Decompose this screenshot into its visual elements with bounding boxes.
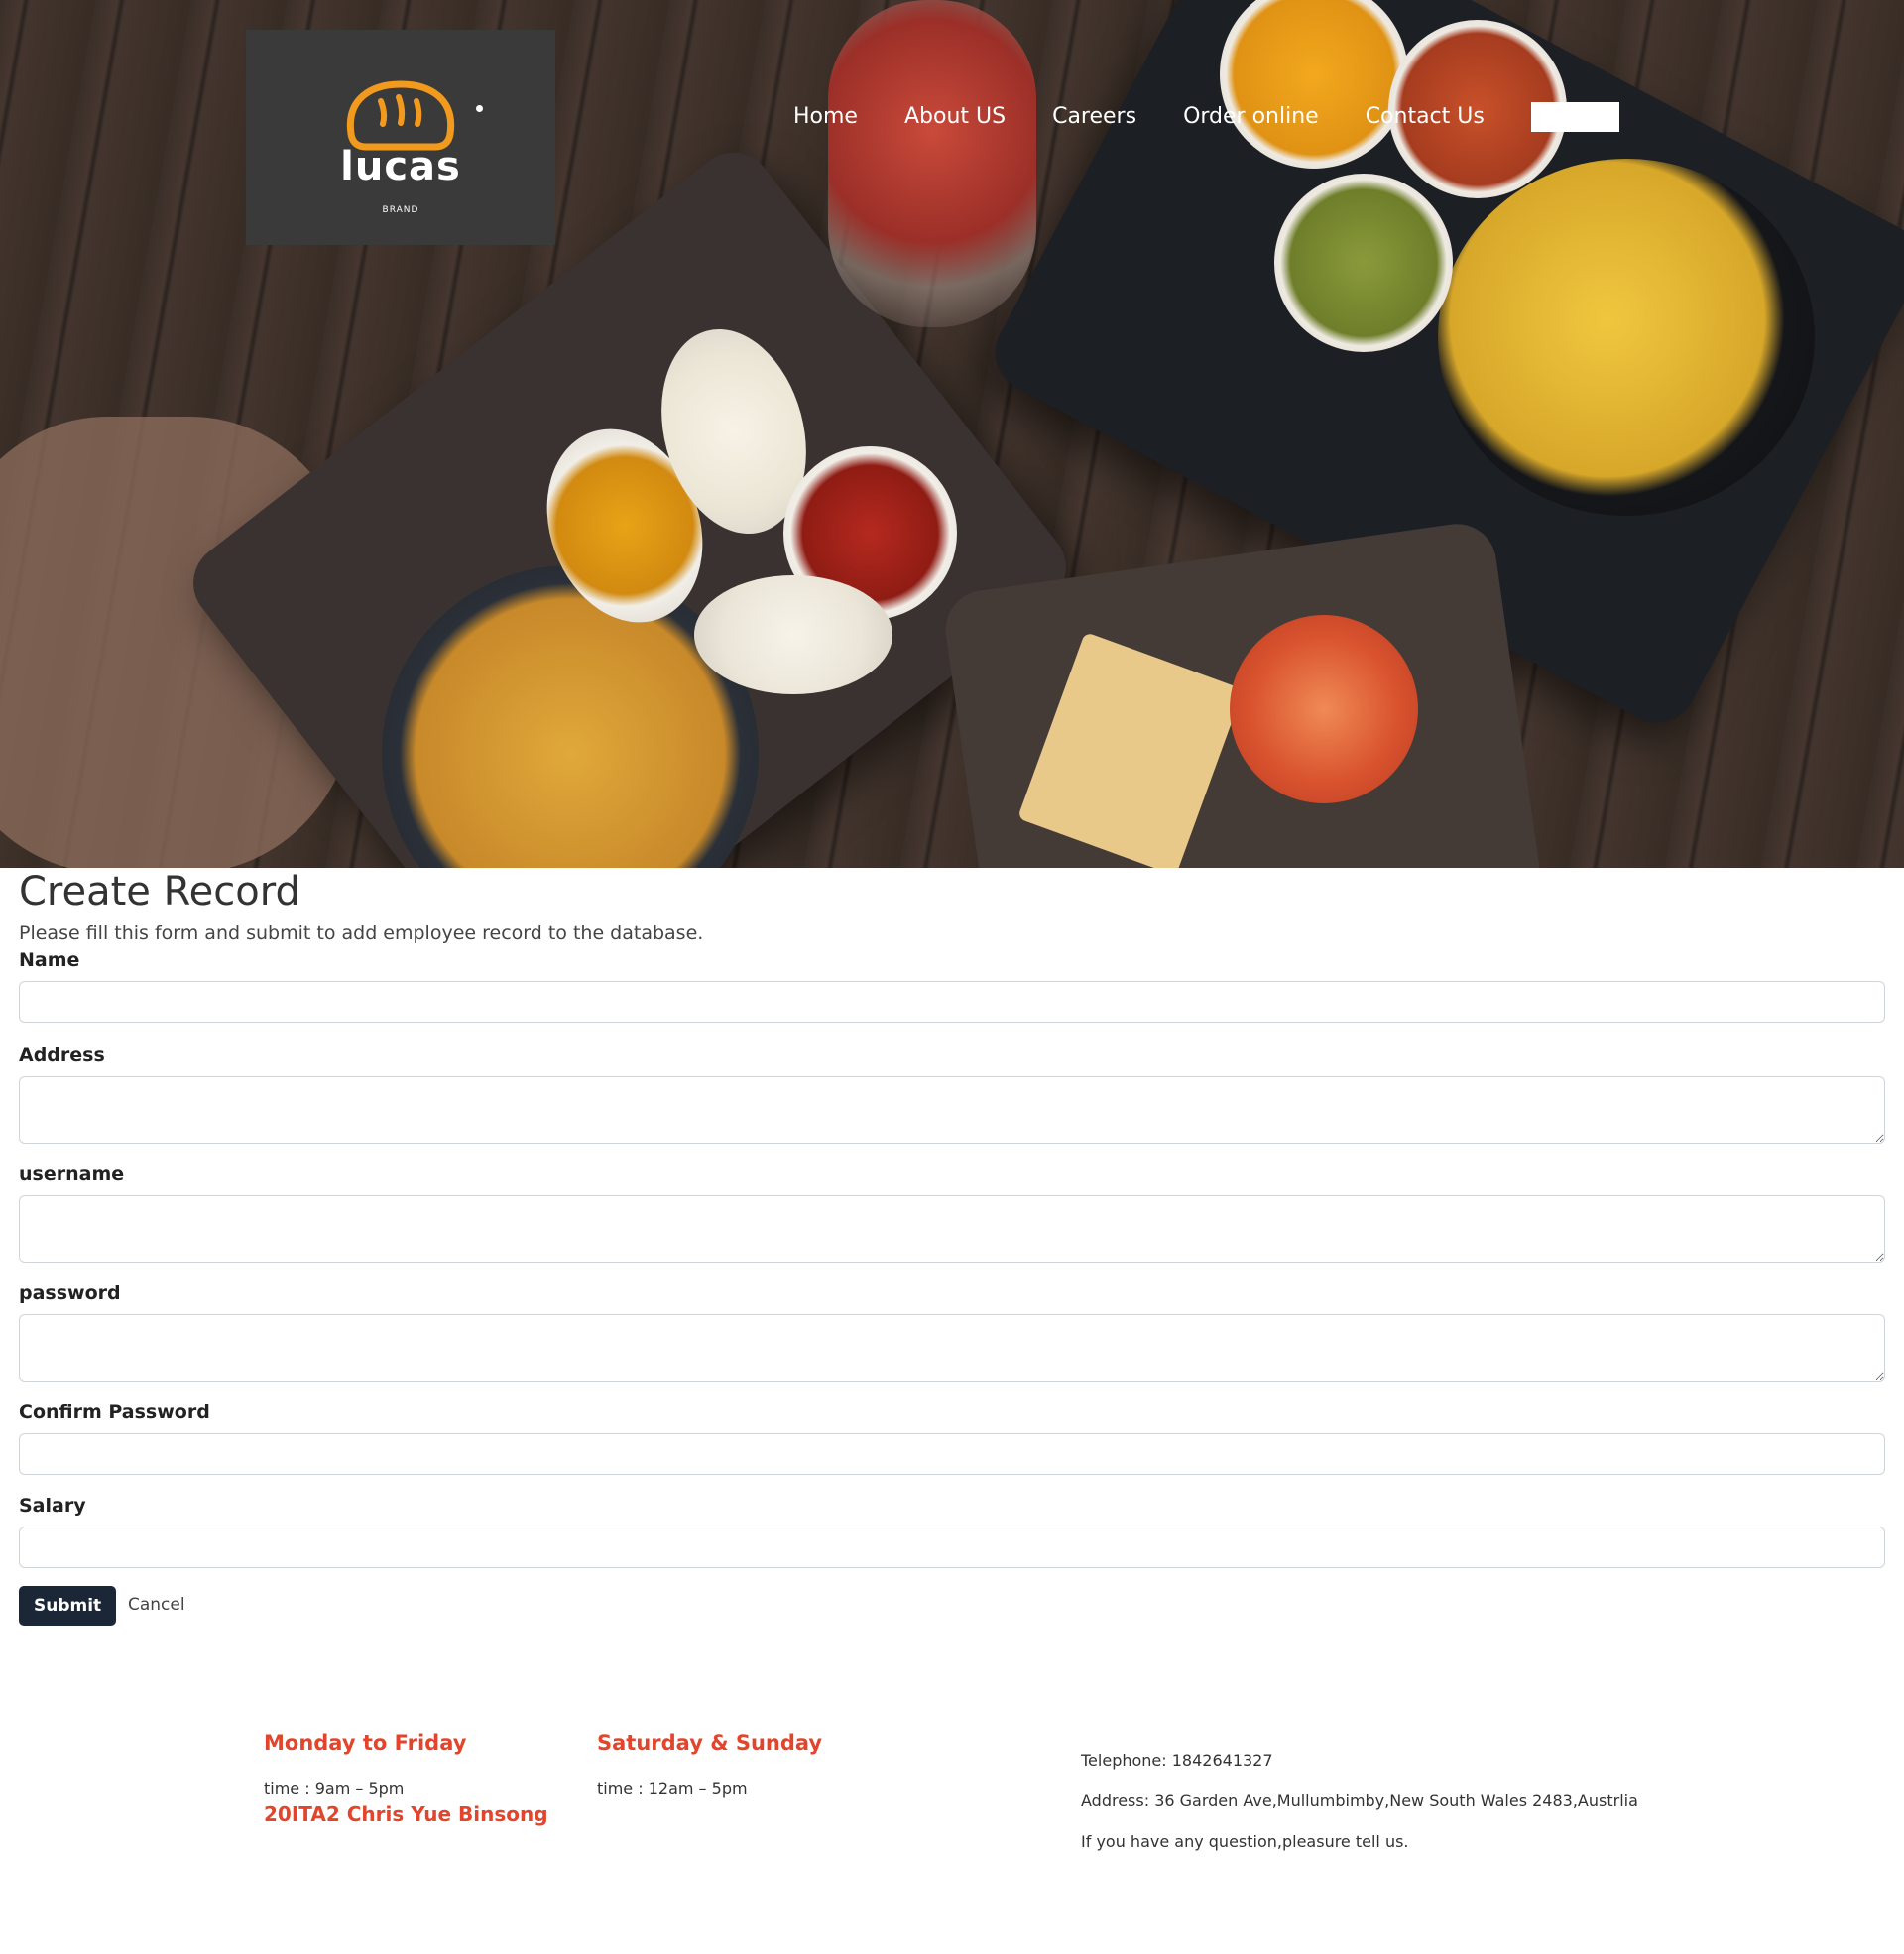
logo-wordmark: lucas xyxy=(340,144,461,189)
name-input[interactable] xyxy=(19,981,1885,1023)
password-textarea[interactable] xyxy=(19,1314,1885,1382)
page-title: Create Record xyxy=(19,869,300,915)
hero-bowl-chips xyxy=(1438,159,1815,516)
weekend-hours-time: time : 12am – 5pm xyxy=(597,1779,748,1798)
weekday-hours-time: time : 9am – 5pm xyxy=(264,1779,405,1798)
hero-banner-image: lucas BRAND Home About US Careers Order … xyxy=(0,0,1904,868)
confirm-password-input[interactable] xyxy=(19,1433,1885,1475)
name-label: Name xyxy=(19,949,80,971)
nav-careers[interactable]: Careers xyxy=(1052,102,1136,132)
bread-logo-icon xyxy=(346,80,455,151)
hero-guacamole-bowl xyxy=(1274,174,1453,352)
nav-home[interactable]: Home xyxy=(793,102,858,132)
nav-dot xyxy=(476,105,483,112)
username-label: username xyxy=(19,1163,125,1185)
nav-order-online[interactable]: Order online xyxy=(1183,102,1319,132)
footer-address: Address: 36 Garden Ave,Mullumbimby,New S… xyxy=(1081,1791,1638,1810)
weekday-hours-title: Monday to Friday xyxy=(264,1731,467,1755)
footer-question: If you have any question,pleasure tell u… xyxy=(1081,1832,1409,1851)
cancel-link[interactable]: Cancel xyxy=(128,1595,185,1615)
footer-telephone: Telephone: 1842641327 xyxy=(1081,1751,1273,1770)
submit-button[interactable]: Submit xyxy=(19,1586,117,1626)
form-actions: Submit Cancel xyxy=(19,1586,1885,1646)
hero-tomato xyxy=(1230,615,1418,803)
create-record-form: Create Record Please fill this form and … xyxy=(19,868,1885,1646)
form-intro: Please fill this form and submit to add … xyxy=(19,922,704,944)
nav-register[interactable]: register xyxy=(1530,102,1619,132)
username-textarea[interactable] xyxy=(19,1195,1885,1263)
hero-drink-cup xyxy=(828,0,1036,327)
address-textarea[interactable] xyxy=(19,1076,1885,1144)
nav-contact[interactable]: Contact Us xyxy=(1366,102,1485,132)
logo-subtitle: BRAND xyxy=(382,205,419,215)
hero-dip-cream xyxy=(694,575,892,694)
site-logo[interactable]: lucas BRAND xyxy=(246,30,555,245)
footer-credit: 20ITA2 Chris Yue Binsong xyxy=(264,1802,548,1826)
salary-input[interactable] xyxy=(19,1527,1885,1568)
main-nav: Home About US Careers Order online Conta… xyxy=(793,102,1619,132)
confirm-password-label: Confirm Password xyxy=(19,1402,210,1423)
password-label: password xyxy=(19,1282,121,1304)
salary-label: Salary xyxy=(19,1495,86,1517)
address-label: Address xyxy=(19,1044,105,1066)
weekend-hours-title: Saturday & Sunday xyxy=(597,1731,823,1755)
nav-about[interactable]: About US xyxy=(904,102,1006,132)
